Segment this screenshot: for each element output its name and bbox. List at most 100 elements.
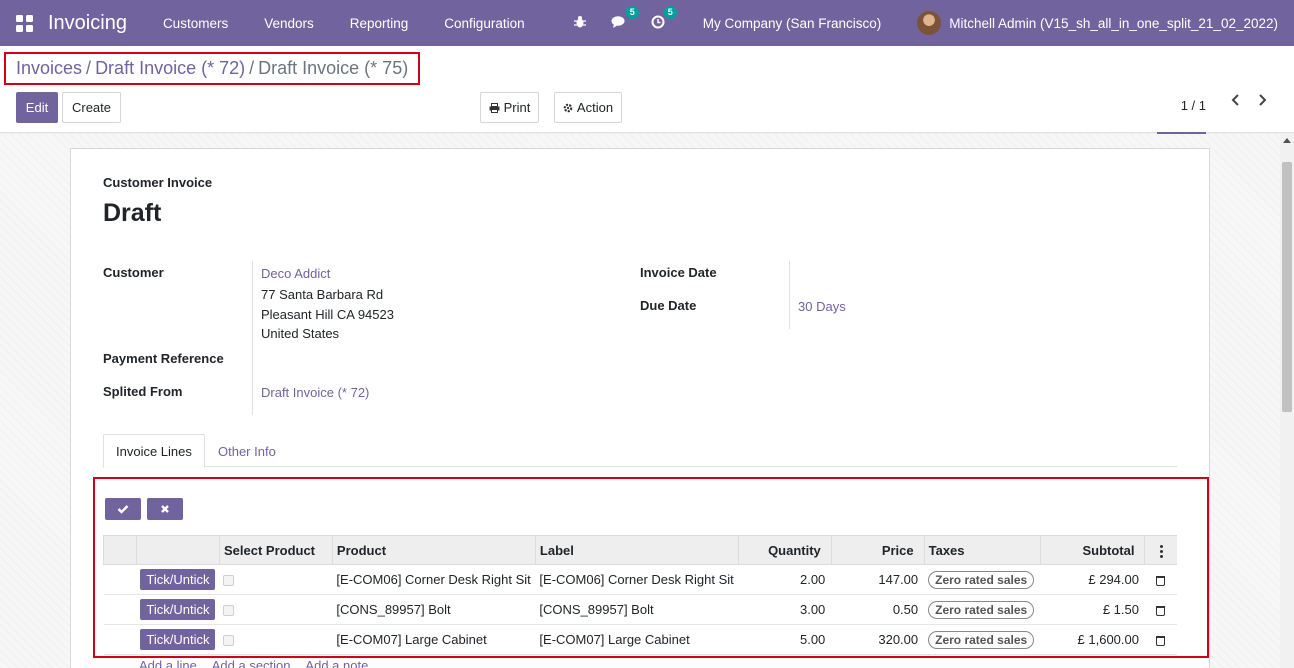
- quantity-cell[interactable]: 5.00: [738, 624, 832, 655]
- breadcrumb-current: Draft Invoice (* 75): [258, 58, 409, 78]
- column-subtotal[interactable]: Subtotal: [1039, 535, 1145, 565]
- delete-trash-icon[interactable]: [1156, 635, 1166, 646]
- app-name[interactable]: Invoicing: [48, 12, 127, 35]
- address-line: Pleasant Hill CA 94523: [261, 307, 394, 322]
- tab-other-info[interactable]: Other Info: [206, 434, 288, 468]
- invoice-status-title: Draft: [103, 199, 162, 227]
- add-line-link[interactable]: Add a line: [139, 658, 197, 668]
- field-divider: [789, 261, 790, 329]
- pager-previous-icon[interactable]: [1230, 93, 1240, 111]
- payment-reference-label: Payment Reference: [103, 351, 224, 366]
- delete-trash-icon[interactable]: [1156, 575, 1166, 586]
- apps-menu-icon[interactable]: [16, 14, 33, 32]
- customer-name-link[interactable]: Deco Addict: [261, 266, 330, 281]
- price-cell[interactable]: 147.00: [831, 564, 925, 595]
- pager-value[interactable]: 1 / 1: [1181, 98, 1206, 113]
- handle-column-header: [103, 535, 137, 565]
- activities-badge: 5: [663, 5, 677, 19]
- column-label[interactable]: Label: [534, 535, 739, 565]
- create-button[interactable]: Create: [62, 92, 121, 123]
- activities-clock-icon[interactable]: 5: [651, 5, 677, 32]
- quantity-cell[interactable]: 3.00: [738, 594, 832, 625]
- action-label: Action: [576, 100, 614, 115]
- breadcrumb-separator: /: [249, 58, 255, 78]
- kebab-menu-icon[interactable]: [1159, 544, 1163, 558]
- customer-label: Customer: [103, 265, 164, 280]
- tax-tag: Zero rated sales: [928, 630, 1035, 649]
- label-cell[interactable]: [CONS_89957] Bolt: [535, 594, 739, 625]
- tax-tag: Zero rated sales: [928, 600, 1035, 619]
- breadcrumb: Invoices / Draft Invoice (* 72) / Draft …: [4, 52, 421, 85]
- control-panel: Invoices / Draft Invoice (* 72) / Draft …: [0, 46, 1294, 134]
- select-product-checkbox[interactable]: [223, 575, 235, 587]
- optional-columns-toggle[interactable]: [1144, 535, 1177, 565]
- price-cell[interactable]: 0.50: [831, 594, 925, 625]
- address-line: 77 Santa Barbara Rd: [261, 287, 384, 302]
- price-cell[interactable]: 320.00: [831, 624, 925, 655]
- splited-from-link[interactable]: Draft Invoice (* 72): [261, 385, 369, 400]
- breadcrumb-parent-invoice[interactable]: Draft Invoice (* 72): [95, 58, 245, 79]
- notebook-tabs: Invoice Lines Other Info: [103, 434, 1177, 468]
- edit-button[interactable]: Edit: [16, 92, 58, 123]
- tick-untick-button[interactable]: Tick/Untick: [140, 629, 216, 650]
- tick-column-header: [135, 535, 220, 565]
- column-select-product[interactable]: Select Product: [218, 535, 333, 565]
- table-row[interactable]: Tick/Untick [E-COM07] Large Cabinet [E-C…: [103, 624, 1177, 655]
- product-cell[interactable]: [CONS_89957] Bolt: [332, 594, 536, 625]
- select-product-checkbox[interactable]: [223, 605, 235, 617]
- menu-vendors[interactable]: Vendors: [264, 16, 314, 31]
- action-button[interactable]: Action: [554, 92, 622, 123]
- select-all-check-button[interactable]: [105, 498, 141, 520]
- table-row[interactable]: Tick/Untick [CONS_89957] Bolt [CONS_8995…: [103, 594, 1177, 625]
- scroll-up-arrow-icon[interactable]: [1283, 138, 1291, 143]
- company-switcher[interactable]: My Company (San Francisco): [703, 16, 882, 31]
- column-quantity[interactable]: Quantity: [737, 535, 832, 565]
- label-cell[interactable]: [E-COM06] Corner Desk Right Sit: [535, 564, 739, 595]
- table-row[interactable]: Tick/Untick [E-COM06] Corner Desk Right …: [103, 564, 1177, 595]
- pager-next-icon[interactable]: [1258, 93, 1268, 111]
- add-note-link[interactable]: Add a note: [305, 658, 368, 668]
- address-line: United States: [261, 326, 340, 341]
- field-divider: [252, 261, 253, 415]
- vertical-scrollbar[interactable]: [1280, 134, 1294, 668]
- select-product-checkbox[interactable]: [223, 635, 235, 647]
- invoice-type: Customer Invoice: [103, 175, 213, 190]
- user-menu[interactable]: Mitchell Admin (V15_sh_all_in_one_split_…: [949, 16, 1278, 31]
- unselect-all-button[interactable]: [147, 498, 183, 520]
- column-taxes[interactable]: Taxes: [923, 535, 1041, 565]
- gear-icon: [563, 103, 573, 112]
- due-date-label: Due Date: [640, 298, 697, 313]
- messages-icon[interactable]: 5: [611, 5, 639, 32]
- invoice-lines-table: Select Product Product Label Quantity Pr…: [103, 535, 1177, 655]
- tick-untick-button[interactable]: Tick/Untick: [140, 569, 216, 590]
- check-icon: [117, 505, 129, 514]
- invoice-date-label: Invoice Date: [640, 265, 717, 280]
- subtotal-cell: £ 294.00: [1040, 564, 1145, 595]
- delete-trash-icon[interactable]: [1156, 605, 1166, 616]
- menu-customers[interactable]: Customers: [163, 16, 228, 31]
- breadcrumb-invoices[interactable]: Invoices: [16, 58, 82, 79]
- table-header-row: Select Product Product Label Quantity Pr…: [103, 535, 1177, 565]
- column-price[interactable]: Price: [830, 535, 925, 565]
- column-product[interactable]: Product: [331, 535, 536, 565]
- product-cell[interactable]: [E-COM06] Corner Desk Right Sit: [332, 564, 536, 595]
- tick-untick-button[interactable]: Tick/Untick: [140, 599, 216, 620]
- product-cell[interactable]: [E-COM07] Large Cabinet: [332, 624, 536, 655]
- top-navbar: Invoicing Customers Vendors Reporting Co…: [0, 0, 1294, 46]
- label-cell[interactable]: [E-COM07] Large Cabinet: [535, 624, 739, 655]
- add-line-links: Add a line Add a section Add a note: [139, 658, 380, 668]
- user-avatar[interactable]: [917, 11, 942, 35]
- breadcrumb-separator: /: [86, 58, 92, 78]
- debug-bug-icon[interactable]: [573, 15, 587, 32]
- close-icon: [161, 505, 169, 513]
- menu-reporting[interactable]: Reporting: [350, 16, 409, 31]
- quantity-cell[interactable]: 2.00: [738, 564, 832, 595]
- scrollbar-thumb[interactable]: [1282, 162, 1292, 412]
- tax-tag: Zero rated sales: [928, 570, 1035, 589]
- print-button[interactable]: Print: [480, 92, 539, 123]
- menu-configuration[interactable]: Configuration: [444, 16, 524, 31]
- due-date-value[interactable]: 30 Days: [798, 299, 846, 314]
- subtotal-cell: £ 1.50: [1040, 594, 1145, 625]
- add-section-link[interactable]: Add a section: [212, 658, 291, 668]
- tab-invoice-lines[interactable]: Invoice Lines: [103, 434, 205, 468]
